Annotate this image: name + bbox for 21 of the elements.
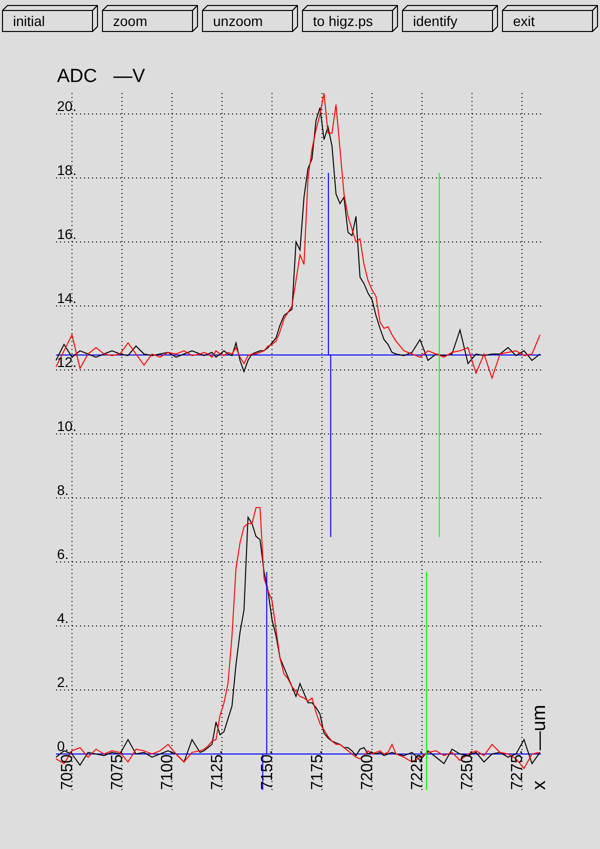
x-tick-label: 7125.: [209, 750, 226, 790]
y-tick-label: 2.: [57, 674, 69, 690]
y-tick-label: 18.: [57, 162, 76, 178]
y-tick-label: 12.: [57, 354, 76, 370]
y-tick-label: 20.: [57, 98, 76, 114]
x-tick-label: 7225.: [409, 750, 426, 790]
x-tick-label: 7175.: [309, 750, 326, 790]
x-tick-label: 7075.: [109, 750, 126, 790]
x-tick-label: 7100.: [159, 750, 176, 790]
y-tick-label: 10.: [57, 418, 76, 434]
y-tick-label: 16.: [57, 226, 76, 242]
y-tick-label: 6.: [57, 546, 69, 562]
y-tick-label: 4.: [57, 610, 69, 626]
y-tick-label: 8.: [57, 482, 69, 498]
x-tick-label: 7200.: [359, 750, 376, 790]
x-axis-title: x —um: [529, 704, 550, 790]
y-tick-label: 14.: [57, 290, 76, 306]
x-tick-label: 7150.: [259, 750, 276, 790]
x-tick-label: 7275.: [509, 750, 526, 790]
y-axis-title: ADC —V: [57, 66, 146, 87]
x-tick-label: 7250.: [459, 750, 476, 790]
